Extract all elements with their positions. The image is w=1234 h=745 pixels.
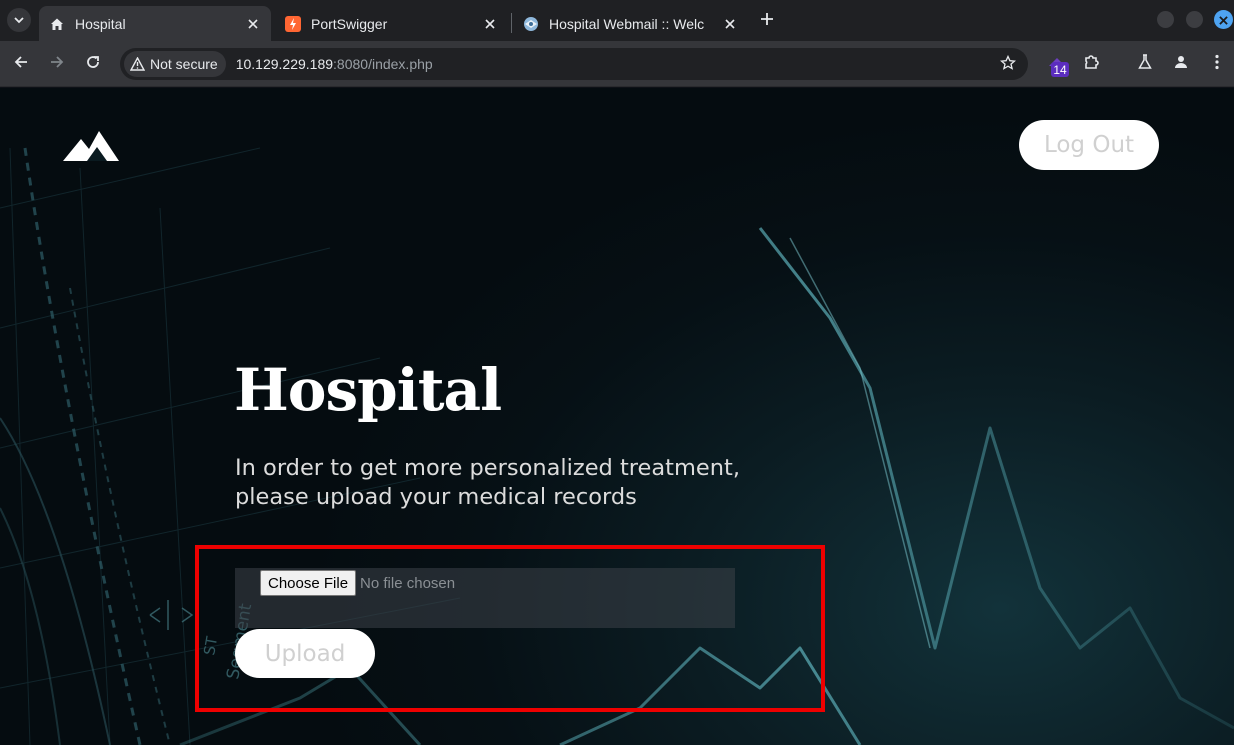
subtitle-line: please upload your medical records — [235, 484, 637, 510]
page-content: Segment ST Log Out Hospital In order to … — [0, 88, 1234, 745]
window-close-button[interactable] — [1214, 10, 1233, 29]
tab-portswigger[interactable]: PortSwigger — [275, 6, 508, 41]
page-title: Hospital — [234, 356, 502, 424]
kebab-menu-icon — [1215, 54, 1219, 74]
close-icon[interactable] — [245, 16, 261, 32]
close-icon[interactable] — [722, 16, 738, 32]
flask-icon — [1137, 54, 1153, 74]
url-text[interactable]: 10.129.229.189:8080/index.php — [236, 56, 433, 72]
bookmark-star-icon[interactable] — [1000, 55, 1016, 71]
back-button[interactable] — [9, 52, 33, 76]
extension-badge-count: 14 — [1053, 63, 1067, 77]
tab-title: PortSwigger — [311, 15, 388, 32]
url-host: 10.129.229.189 — [235, 56, 334, 72]
mountain-logo-icon — [63, 131, 119, 161]
house-icon — [49, 16, 65, 32]
security-chip[interactable]: Not secure — [124, 51, 226, 77]
security-label: Not secure — [150, 56, 218, 72]
tab-divider — [511, 13, 512, 33]
tab-hospital[interactable]: Hospital — [39, 6, 271, 41]
reload-icon — [85, 54, 101, 74]
warning-triangle-icon — [130, 57, 145, 71]
tab-title: Hospital Webmail :: Welc — [549, 15, 705, 32]
portswigger-icon — [285, 15, 301, 32]
minimize-button[interactable] — [1157, 11, 1174, 28]
plus-icon — [760, 11, 774, 30]
subtitle-line: In order to get more personalized treatm… — [235, 455, 740, 481]
extension-count-badge: 14 — [1049, 57, 1071, 83]
puzzle-icon — [1083, 53, 1101, 75]
labs-button[interactable] — [1134, 53, 1156, 75]
arrow-left-icon — [13, 54, 29, 74]
upload-button[interactable]: Upload — [235, 629, 375, 678]
choose-file-button[interactable]: Choose File — [260, 570, 357, 596]
chevron-down-icon — [13, 11, 25, 30]
profile-button[interactable] — [1170, 53, 1192, 75]
tab-title: Hospital — [75, 15, 126, 32]
ecg-background: Segment ST — [0, 147, 1234, 745]
extensions-menu-button[interactable] — [1081, 53, 1103, 75]
logout-button[interactable]: Log Out — [1019, 120, 1159, 170]
site-logo[interactable] — [63, 129, 121, 165]
reload-button[interactable] — [81, 52, 105, 76]
file-input[interactable]: Choose File No file chosen — [260, 570, 455, 596]
close-icon[interactable] — [482, 16, 498, 32]
file-upload-area: Choose File No file chosen — [235, 568, 735, 628]
file-status-text: No file chosen — [360, 574, 456, 592]
person-icon — [1173, 54, 1189, 74]
browser-menu-button[interactable] — [1206, 53, 1228, 75]
new-tab-button[interactable] — [756, 9, 778, 31]
tab-search-button[interactable] — [7, 8, 31, 32]
page-subtitle: In order to get more personalized treatm… — [235, 454, 795, 512]
ecg-st-label: ST — [200, 634, 221, 656]
tab-webmail[interactable]: Hospital Webmail :: Welc — [513, 6, 748, 41]
tab-strip: Hospital PortSwigger Hospital Webmail ::… — [0, 0, 1234, 41]
forward-button[interactable] — [45, 52, 69, 76]
arrow-right-icon — [49, 54, 65, 74]
maximize-button[interactable] — [1186, 11, 1203, 28]
address-bar[interactable]: Not secure 10.129.229.189:8080/index.php — [120, 48, 1028, 80]
close-icon — [1219, 10, 1228, 29]
url-path: :8080/index.php — [333, 56, 433, 72]
roundcube-icon — [523, 16, 539, 32]
